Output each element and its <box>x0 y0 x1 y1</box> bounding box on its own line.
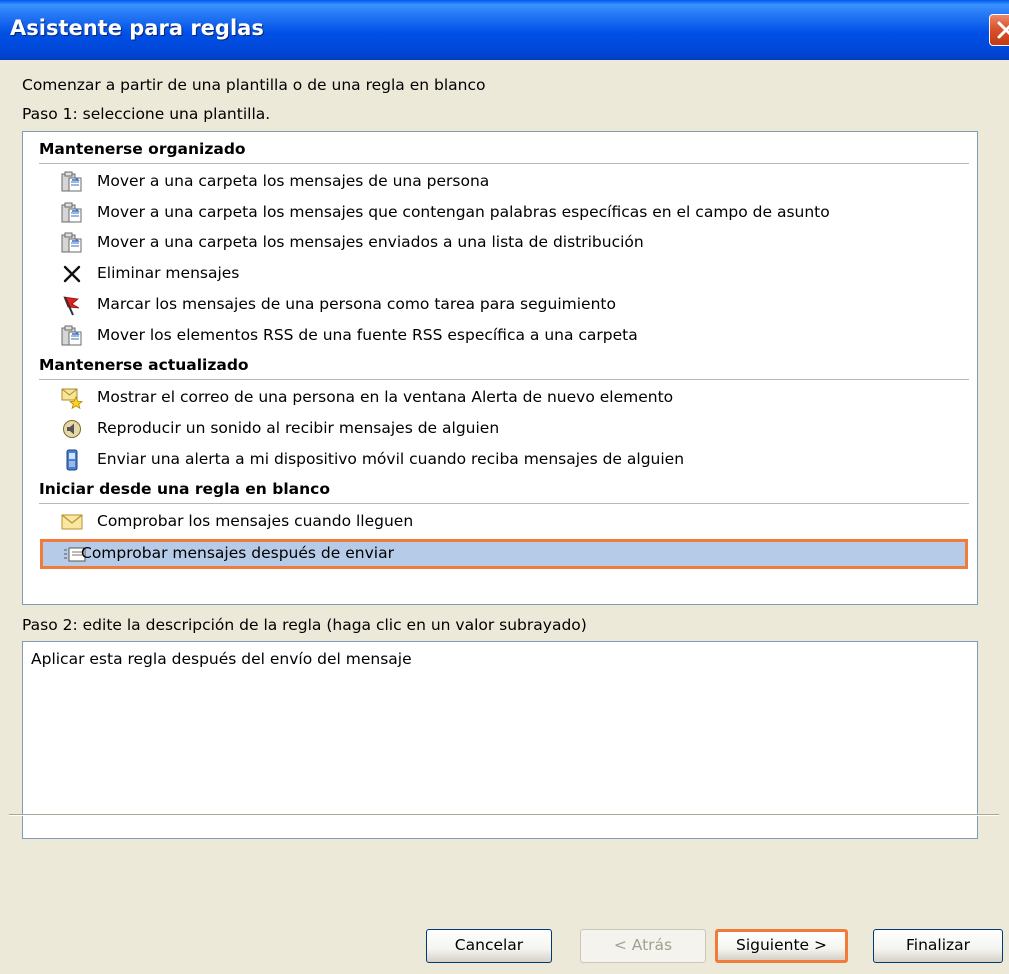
template-item-label: Mover los elementos RSS de una fuente RS… <box>97 326 638 344</box>
rule-description-text: Aplicar esta regla después del envío del… <box>31 650 412 668</box>
alert-star-icon <box>61 387 83 409</box>
section-divider <box>39 379 969 380</box>
template-item-label: Comprobar los mensajes cuando lleguen <box>97 512 414 530</box>
rule-description-box[interactable]: Aplicar esta regla después del envío del… <box>22 641 978 839</box>
template-item-check-after-send[interactable]: Comprobar mensajes después de enviar <box>40 539 968 569</box>
speaker-icon <box>61 418 83 440</box>
title-bar: Asistente para reglas <box>0 0 1009 60</box>
step2-label: Paso 2: edite la descripción de la regla… <box>22 616 587 634</box>
template-item-label: Comprobar mensajes después de enviar <box>81 544 394 562</box>
template-item-label: Mostrar el correo de una persona en la v… <box>97 388 674 406</box>
window-title: Asistente para reglas <box>10 16 264 40</box>
close-icon <box>997 21 1009 39</box>
next-button[interactable]: Siguiente > <box>715 929 848 963</box>
move-to-folder-icon <box>61 232 83 254</box>
step1-label: Paso 1: seleccione una plantilla. <box>22 105 271 123</box>
template-item-label: Mover a una carpeta los mensajes que con… <box>97 203 830 221</box>
red-flag-icon <box>61 294 83 316</box>
close-button[interactable] <box>989 14 1009 46</box>
mobile-device-icon <box>61 449 83 471</box>
back-button[interactable]: < Atrás <box>580 929 706 963</box>
template-item-label: Reproducir un sonido al recibir mensajes… <box>97 419 500 437</box>
section-header-organizado: Mantenerse organizado <box>39 140 246 158</box>
template-item-label: Eliminar mensajes <box>97 264 240 282</box>
template-item-label: Mover a una carpeta los mensajes de una … <box>97 172 490 190</box>
finish-button[interactable]: Finalizar <box>873 929 1003 963</box>
envelope-icon <box>61 511 83 533</box>
move-to-folder-icon <box>61 171 83 193</box>
move-to-folder-icon <box>61 325 83 347</box>
delete-x-icon <box>61 263 83 285</box>
section-header-actualizado: Mantenerse actualizado <box>39 356 249 374</box>
intro-text: Comenzar a partir de una plantilla o de … <box>22 76 486 94</box>
section-divider <box>39 163 969 164</box>
section-divider <box>39 503 969 504</box>
section-header-blanco: Iniciar desde una regla en blanco <box>39 480 330 498</box>
separator <box>9 814 999 816</box>
move-to-folder-icon <box>61 202 83 224</box>
template-list[interactable]: Mantenerse organizado Mover a una carpet… <box>22 131 978 605</box>
cancel-button[interactable]: Cancelar <box>426 929 552 963</box>
template-item-label: Enviar una alerta a mi dispositivo móvil… <box>97 450 685 468</box>
template-item-label: Mover a una carpeta los mensajes enviado… <box>97 233 644 251</box>
template-item-label: Marcar los mensajes de una persona como … <box>97 295 616 313</box>
